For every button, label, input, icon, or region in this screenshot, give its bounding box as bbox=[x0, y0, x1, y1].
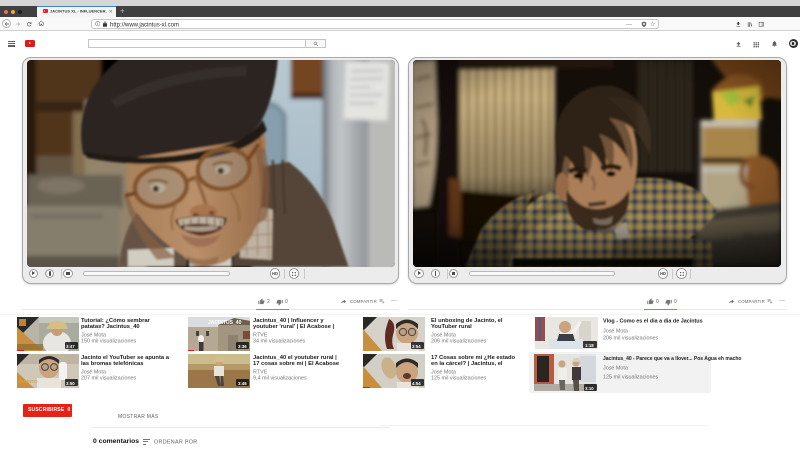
svg-text:JACINTUS_40: JACINTUS_40 bbox=[208, 320, 242, 326]
svg-text:JACINTO: JACINTO bbox=[18, 379, 38, 384]
